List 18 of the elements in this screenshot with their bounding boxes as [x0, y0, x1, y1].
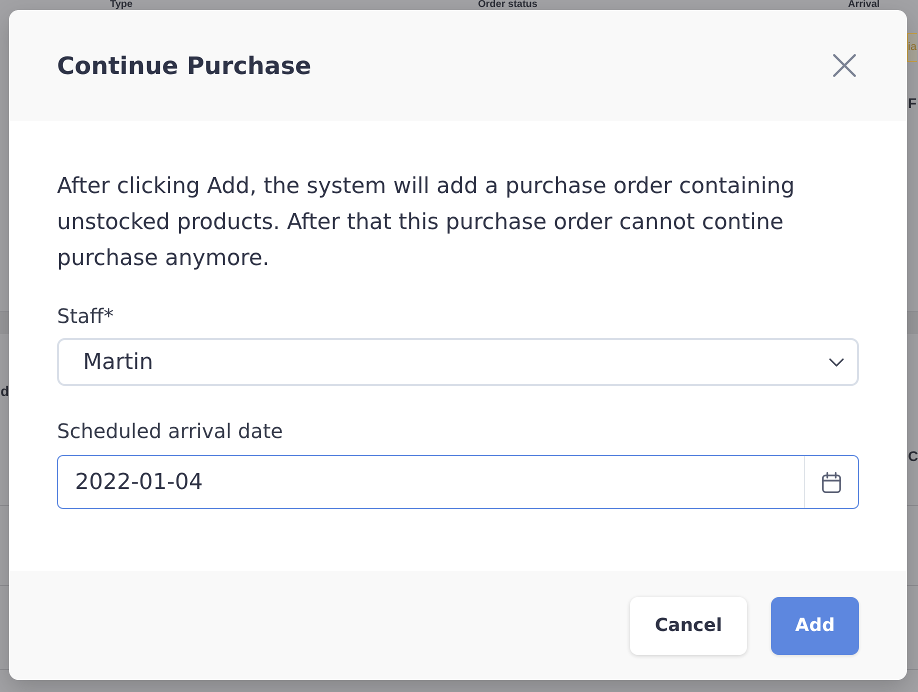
dialog-title: Continue Purchase: [57, 52, 312, 80]
field-label: Scheduled arrival date: [57, 418, 283, 445]
close-icon: [832, 53, 857, 78]
field-label: Staff*: [57, 303, 114, 330]
status-tag: ia: [907, 33, 917, 62]
cancel-button[interactable]: Cancel: [630, 596, 747, 654]
staff-select[interactable]: Martin: [57, 338, 859, 386]
calendar-icon[interactable]: [821, 472, 842, 492]
chevron-down-icon: [829, 358, 844, 366]
column-header: Type: [110, 0, 133, 10]
table-cell-text: F: [907, 94, 917, 113]
column-header: Arrival: [848, 0, 880, 10]
add-button[interactable]: Add: [771, 596, 859, 654]
table-cell-text: d: [0, 382, 9, 401]
table-cell-text: C: [907, 447, 918, 466]
column-header: Order status: [478, 0, 538, 10]
dialog-message: After clicking Add, the system will add a purchase order containing unstocked products. After that this purchase order cannot contine purchase anymore.: [57, 173, 796, 273]
date-field[interactable]: 2022-01-04: [57, 455, 859, 509]
